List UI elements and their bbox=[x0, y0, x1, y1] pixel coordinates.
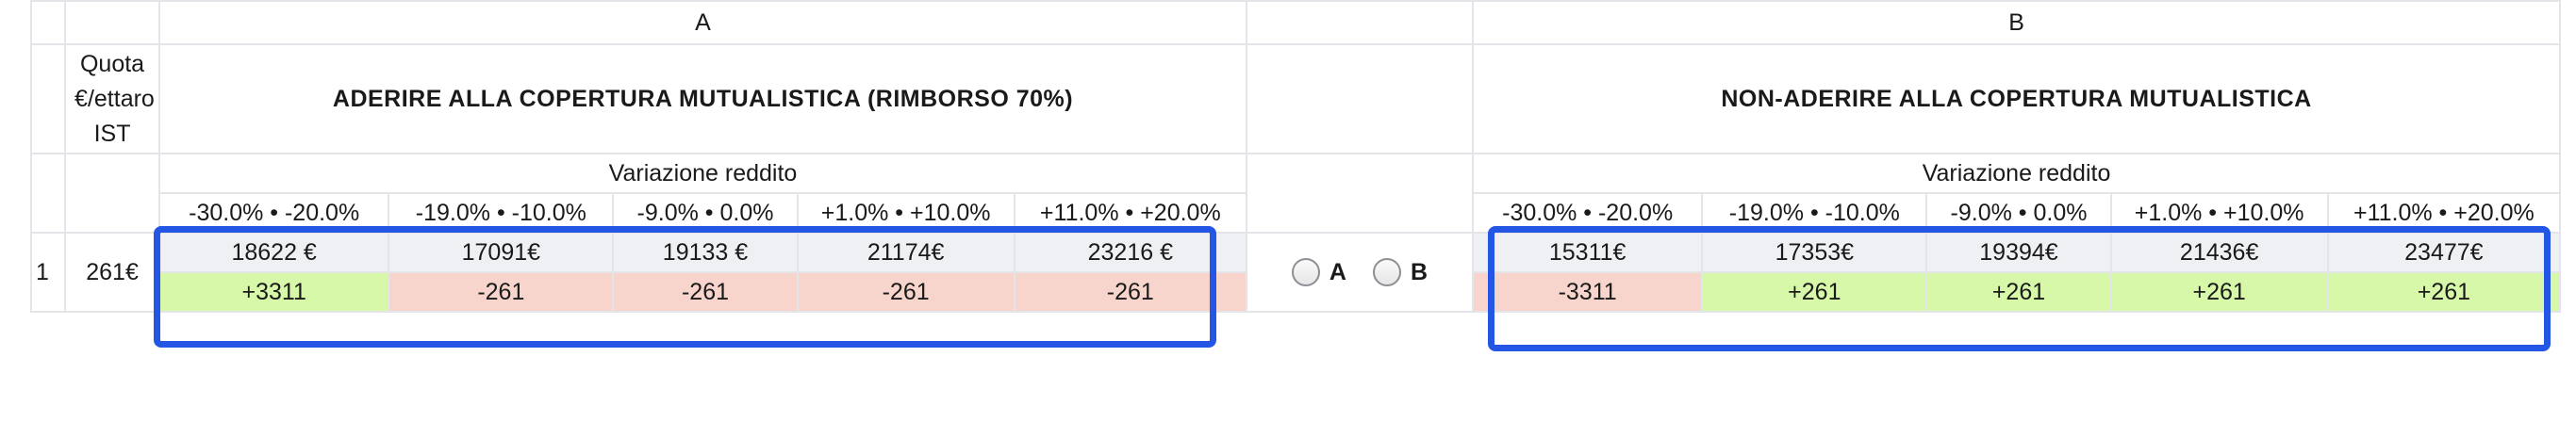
option-a-variazione-label: Variazione reddito bbox=[158, 153, 1247, 194]
option-b-title: NON-ADERIRE ALLA COPERTURA MUTUALISTICA bbox=[1472, 43, 2561, 154]
choice-title-spacer bbox=[1245, 43, 1475, 154]
radio-circle-icon[interactable] bbox=[1291, 258, 1320, 286]
option-a-title: ADERIRE ALLA COPERTURA MUTUALISTICA (RIM… bbox=[158, 43, 1247, 154]
choice-spacer bbox=[1245, 153, 1475, 234]
index-spacer bbox=[29, 153, 67, 234]
corner-cell bbox=[64, 0, 161, 45]
choice-b-radio[interactable]: B bbox=[1372, 258, 1428, 286]
row-quota: 261€ bbox=[64, 232, 161, 313]
option-a-highlight-box bbox=[154, 226, 1216, 348]
choice-radio-group: A B bbox=[1247, 258, 1472, 286]
quota-header-label: Quota €/ettaro IST bbox=[74, 50, 155, 147]
choice-a-radio[interactable]: A bbox=[1291, 258, 1346, 286]
choice-a-label: A bbox=[1329, 258, 1346, 285]
group-b-header: B bbox=[1472, 0, 2561, 45]
choice-header-spacer bbox=[1245, 0, 1475, 45]
radio-circle-icon[interactable] bbox=[1372, 258, 1401, 286]
row-index: 1 bbox=[29, 232, 67, 313]
choice-b-label: B bbox=[1410, 258, 1428, 285]
option-b-highlight-box bbox=[1488, 226, 2551, 351]
corner-cell bbox=[29, 0, 67, 45]
choice-cell: A B bbox=[1245, 232, 1475, 313]
option-b-variazione-label: Variazione reddito bbox=[1472, 153, 2561, 194]
index-header bbox=[29, 43, 67, 154]
quota-header: Quota €/ettaro IST bbox=[64, 43, 161, 154]
group-a-header: A bbox=[158, 0, 1247, 45]
quota-spacer bbox=[64, 153, 161, 234]
